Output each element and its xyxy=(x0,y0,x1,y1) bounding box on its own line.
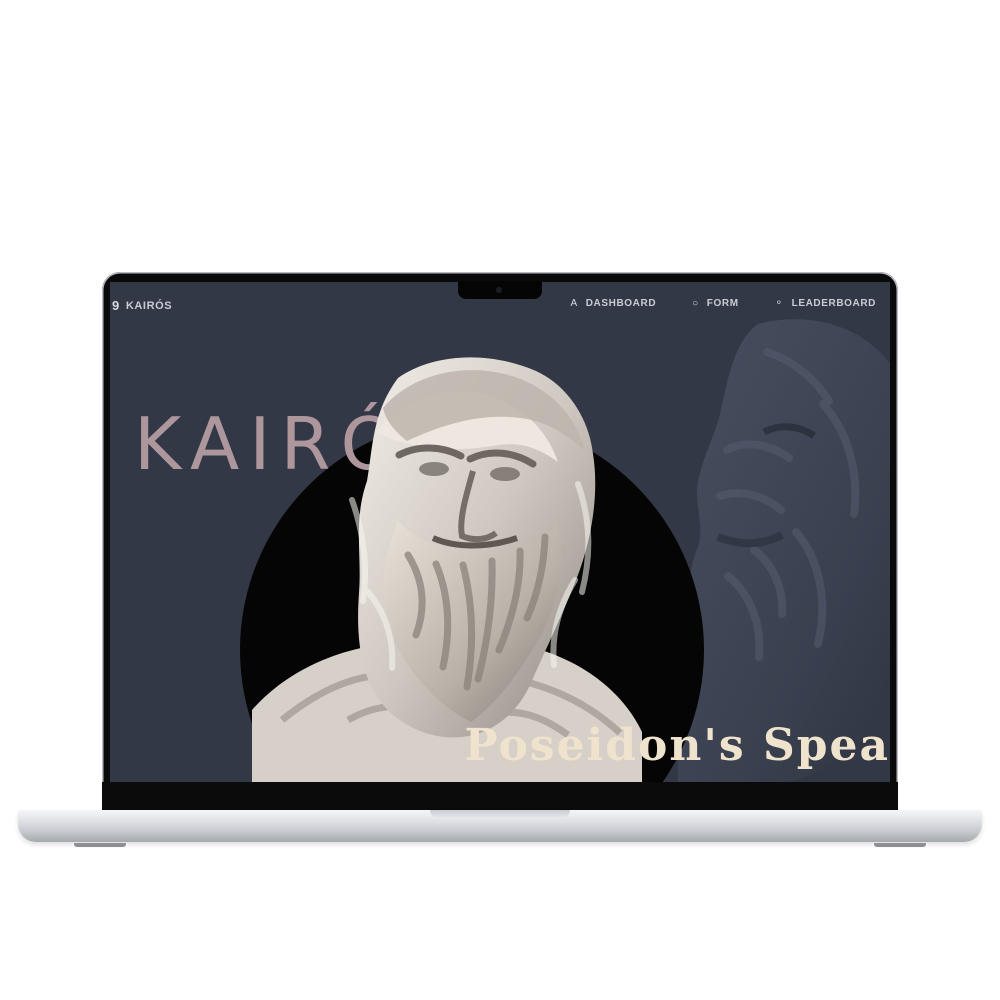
camera-notch xyxy=(458,281,542,299)
brand-mini[interactable]: 9 KAIRÓS xyxy=(112,298,172,313)
laptop-screen: 9 KAIRÓS A DASHBOARD ○ FORM ⚬ LEADERBOAR… xyxy=(110,282,890,782)
brand-mini-name: KAIRÓS xyxy=(125,299,173,312)
laptop-base xyxy=(18,810,982,842)
nav-form-label: FORM xyxy=(706,298,739,309)
nav-dashboard-label: DASHBOARD xyxy=(585,298,657,309)
nav-leaderboard-label: LEADERBOARD xyxy=(791,298,876,309)
nav-form[interactable]: ○ FORM xyxy=(692,298,738,309)
leaderboard-icon: ⚬ xyxy=(774,298,784,309)
form-icon: ○ xyxy=(692,298,699,309)
dashboard-icon: A xyxy=(570,298,578,309)
hero-caption: Poseidon's Spea xyxy=(464,720,890,771)
nav-leaderboard[interactable]: ⚬ LEADERBOARD xyxy=(775,298,876,309)
poseidon-statue-image xyxy=(252,357,642,782)
nav-links: A DASHBOARD ○ FORM ⚬ LEADERBOARD xyxy=(570,298,876,309)
nav-dashboard[interactable]: A DASHBOARD xyxy=(570,298,656,309)
background-statue-image xyxy=(678,319,890,782)
laptop-mockup: 9 KAIRÓS A DASHBOARD ○ FORM ⚬ LEADERBOAR… xyxy=(0,0,1000,1000)
opening-notch xyxy=(430,810,570,818)
left-foot xyxy=(74,843,126,847)
brand-icon: 9 xyxy=(112,298,120,313)
right-foot xyxy=(874,843,926,847)
bottom-bezel xyxy=(102,782,898,812)
camera-icon xyxy=(496,287,502,293)
